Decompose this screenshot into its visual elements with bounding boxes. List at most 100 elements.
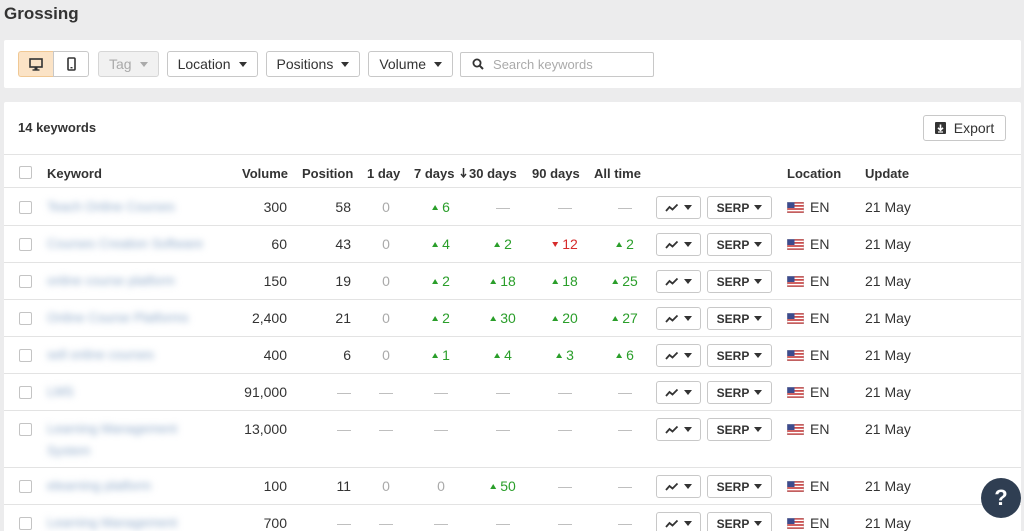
table-row[interactable]: Teach Online Courses 300 58 0 6 — — — SERP EN 21… (4, 189, 1021, 226)
position-chart-button[interactable] (656, 196, 701, 219)
serp-button[interactable]: SERP (707, 196, 772, 219)
table-row[interactable]: Learning Management System 13,000 — — — — — — SE… (4, 411, 1021, 468)
cell-all-time: 27 (612, 310, 638, 326)
table-row[interactable]: Courses Creation Software 60 43 0 4 2 12 2 SERP… (4, 226, 1021, 263)
serp-button[interactable]: SERP (707, 418, 772, 441)
serp-button[interactable]: SERP (707, 270, 772, 293)
serp-button[interactable]: SERP (707, 344, 772, 367)
chevron-down-icon (754, 390, 763, 395)
cell-1-day: 0 (382, 347, 390, 363)
col-30-days[interactable]: 30 days (469, 166, 517, 181)
serp-button[interactable]: SERP (707, 475, 772, 498)
position-chart-button[interactable] (656, 307, 701, 330)
position-value: 19 (335, 273, 351, 289)
location-dropdown[interactable]: Location (166, 51, 258, 77)
serp-button[interactable]: SERP (707, 512, 772, 531)
table-row[interactable]: online course platform 150 19 0 2 18 18 25 SERP… (4, 263, 1021, 300)
col-7-days[interactable]: 7 days (414, 166, 467, 181)
positions-dropdown[interactable]: Positions (265, 51, 361, 77)
mobile-toggle-button[interactable] (53, 51, 89, 77)
arrow-up-icon (432, 353, 439, 358)
cell-all-time-value: 6 (626, 347, 634, 363)
serp-button[interactable]: SERP (707, 233, 772, 256)
keyword-text[interactable]: online course platform (47, 271, 175, 291)
device-toggle (18, 51, 89, 77)
row-checkbox[interactable] (19, 386, 32, 399)
row-checkbox[interactable] (19, 275, 32, 288)
position-chart-button[interactable] (656, 344, 701, 367)
keyword-text[interactable]: LMS (47, 382, 74, 402)
table-row[interactable]: Learning Management 700 — — — — — — SERP EN 21 M… (4, 505, 1021, 531)
search-input[interactable] (493, 56, 644, 72)
col-90-days[interactable]: 90 days (532, 166, 580, 181)
keyword-text[interactable]: sell online courses (47, 345, 154, 365)
cell-30-days: 4 (494, 347, 512, 363)
language-code: EN (810, 273, 830, 289)
position-chart-button[interactable] (656, 381, 701, 404)
col-position[interactable]: Position (302, 166, 353, 181)
position-value: — (337, 421, 351, 437)
search-box[interactable] (460, 51, 655, 77)
keyword-text-line2[interactable]: System (47, 441, 90, 461)
table-row[interactable]: Online Course Platforms 2,400 21 0 2 30 20 27 S… (4, 300, 1021, 337)
cell-90-days-value: 18 (562, 273, 578, 289)
serp-label: SERP (716, 311, 750, 326)
select-all-checkbox[interactable] (19, 166, 32, 179)
keyword-text[interactable]: Learning Management (47, 419, 177, 439)
table-row[interactable]: sell online courses 400 6 0 1 4 3 6 SERP EN 21 M… (4, 337, 1021, 374)
export-label: Export (953, 120, 995, 136)
table-row[interactable]: elearning platform 100 11 0 0 50 — — SERP EN 21 … (4, 468, 1021, 505)
chevron-down-icon (754, 242, 763, 247)
update-date: 21 May (865, 310, 911, 326)
position-chart-button[interactable] (656, 512, 701, 531)
col-location[interactable]: Location (787, 166, 841, 181)
row-checkbox[interactable] (19, 423, 32, 436)
col-keyword[interactable]: Keyword (47, 166, 102, 181)
volume-dropdown[interactable]: Volume (368, 51, 454, 77)
export-button[interactable]: Export (923, 115, 1006, 141)
arrow-up-icon (612, 316, 619, 321)
row-checkbox[interactable] (19, 517, 32, 530)
mobile-icon (66, 57, 76, 71)
desktop-toggle-button[interactable] (18, 51, 53, 77)
position-chart-button[interactable] (656, 270, 701, 293)
volume-dropdown-label: Volume (379, 56, 427, 72)
keyword-text[interactable]: Teach Online Courses (47, 197, 175, 217)
row-checkbox[interactable] (19, 238, 32, 251)
cell-90-days: — (558, 199, 572, 215)
update-date: 21 May (865, 236, 911, 252)
serp-button[interactable]: SERP (707, 381, 772, 404)
position-chart-button[interactable] (656, 418, 701, 441)
keyword-text[interactable]: Learning Management (47, 513, 177, 531)
position-chart-button[interactable] (656, 233, 701, 256)
position-chart-button[interactable] (656, 475, 701, 498)
update-date: 21 May (865, 515, 911, 531)
volume-value: 400 (263, 347, 287, 363)
keyword-text[interactable]: elearning platform (47, 476, 151, 496)
cell-all-time: — (618, 478, 632, 494)
help-button[interactable]: ? (981, 478, 1021, 518)
keyword-text[interactable]: Courses Creation Software (47, 234, 203, 254)
col-volume[interactable]: Volume (242, 166, 288, 181)
row-checkbox[interactable] (19, 201, 32, 214)
cell-90-days: — (558, 478, 572, 494)
volume-value: 60 (271, 236, 287, 252)
cell-7-days-value: 1 (442, 347, 450, 363)
cell-90-days-value: 3 (566, 347, 574, 363)
update-date: 21 May (865, 478, 911, 494)
row-checkbox[interactable] (19, 349, 32, 362)
chevron-down-icon (684, 484, 692, 489)
tag-dropdown[interactable]: Tag (98, 51, 159, 77)
keyword-text[interactable]: Online Course Platforms (47, 308, 189, 328)
cell-7-days: 6 (432, 199, 450, 215)
col-all-time[interactable]: All time (594, 166, 641, 181)
col-1-day[interactable]: 1 day (367, 166, 400, 181)
table-row[interactable]: LMS 91,000 — — — — — — SERP EN 21 May (4, 374, 1021, 411)
col-update[interactable]: Update (865, 166, 909, 181)
serp-button[interactable]: SERP (707, 307, 772, 330)
cell-1-day-value: 0 (382, 236, 390, 252)
trend-line-icon (665, 425, 679, 434)
cell-7-days-value: 6 (442, 199, 450, 215)
row-checkbox[interactable] (19, 312, 32, 325)
row-checkbox[interactable] (19, 480, 32, 493)
